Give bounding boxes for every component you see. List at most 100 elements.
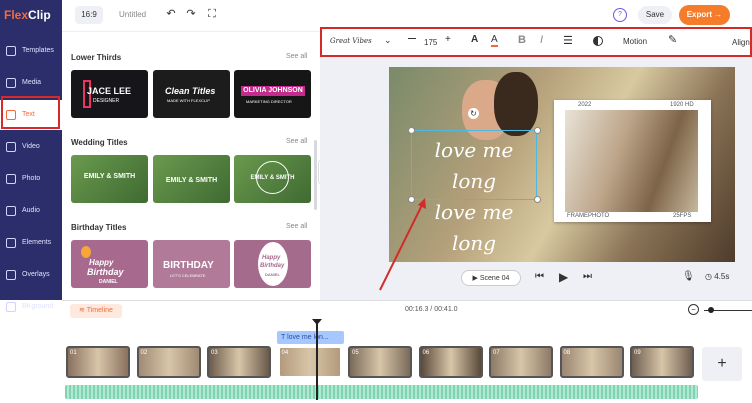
scene-selector[interactable]: ▶ Scene 04 xyxy=(461,270,521,286)
template-subtext: DANIEL xyxy=(265,272,280,277)
birthday-template[interactable]: BIRTHDAY LET'S CELEBRATE xyxy=(153,240,230,288)
text-toolbar: Great Vibes ⌄ 175 + A A B I ☰ Motion ✎ A… xyxy=(320,27,752,57)
microphone-icon[interactable]: 🎙 xyxy=(682,271,695,282)
photo-icon xyxy=(6,174,16,184)
template-text: BIRTHDAY xyxy=(163,260,214,271)
timecode: 00:16.3 / 00:41.0 xyxy=(405,306,458,313)
clip-number: 04 xyxy=(281,350,289,356)
playhead[interactable] xyxy=(316,322,318,400)
timeline-clip[interactable]: 07 xyxy=(489,346,553,378)
template-subtext: MADE WITH FLEXCLIP xyxy=(167,98,210,103)
spacing-icon[interactable]: ☰ xyxy=(563,34,573,47)
undo-icon[interactable]: ↶ xyxy=(166,9,176,20)
aspect-ratio-button[interactable]: 16:9 xyxy=(75,6,103,24)
nav-item-audio[interactable]: Audio xyxy=(0,196,62,226)
decrease-size-icon[interactable] xyxy=(408,38,416,39)
font-size-input[interactable]: 175 xyxy=(424,38,437,47)
timeline-clip[interactable]: 04 xyxy=(277,346,342,378)
nav-label: Elements xyxy=(22,239,52,246)
clip-number: 06 xyxy=(422,350,430,356)
export-button[interactable]: Export → xyxy=(679,5,730,25)
birthday-template[interactable]: Happy Birthday DANIEL xyxy=(71,240,148,288)
lower-third-template[interactable]: JACE LEE DESIGNER xyxy=(71,70,148,118)
flexclip-logo[interactable]: FlexClip xyxy=(4,8,60,24)
folder-icon xyxy=(6,78,16,88)
motion-button[interactable]: Motion xyxy=(623,37,647,46)
text-clip[interactable]: T love me lon... xyxy=(277,331,344,344)
template-text: Happy xyxy=(89,258,114,267)
resize-handle[interactable] xyxy=(534,196,541,203)
timeline-clip[interactable]: 09 xyxy=(630,346,694,378)
play-icon[interactable]: ▶ xyxy=(559,270,568,284)
timeline-clip[interactable]: 08 xyxy=(559,346,624,378)
section-title-wedding: Wedding Titles xyxy=(71,138,128,147)
add-scene-button[interactable]: + xyxy=(702,347,742,381)
birthday-template[interactable]: Happy Birthday DANIEL xyxy=(234,240,311,288)
annotation-arrow xyxy=(379,198,426,291)
background-icon xyxy=(6,302,16,312)
inset-year: 2022 xyxy=(578,102,592,108)
save-button[interactable]: Save xyxy=(638,6,672,24)
next-icon[interactable]: ⏭ xyxy=(583,271,592,282)
clip-number: 01 xyxy=(70,350,77,356)
redo-icon[interactable]: ↷ xyxy=(186,9,196,20)
see-all-link[interactable]: See all xyxy=(286,53,307,60)
nav-item-video[interactable]: Video xyxy=(0,132,62,162)
text-line-1: love me long xyxy=(434,138,514,193)
align-button[interactable]: Align xyxy=(732,38,750,47)
previous-icon[interactable]: ⏮ xyxy=(535,271,544,282)
font-family-select[interactable]: Great Vibes xyxy=(330,37,372,45)
nav-item-bkground[interactable]: BKground xyxy=(0,292,62,322)
opacity-icon[interactable] xyxy=(593,36,603,46)
fullscreen-icon[interactable]: ⛶ xyxy=(207,9,217,20)
duration-icon[interactable]: ◷ 4.5s xyxy=(705,272,729,281)
wedding-template[interactable]: EMILY & SMITH xyxy=(234,155,311,203)
template-text: EMILY & SMITH xyxy=(165,177,218,184)
highlight-color-icon[interactable]: A xyxy=(491,34,498,47)
nav-item-media[interactable]: Media xyxy=(0,68,62,98)
resize-handle[interactable] xyxy=(534,127,541,134)
lower-third-template[interactable]: Clean Titles MADE WITH FLEXCLIP xyxy=(153,70,230,118)
music-icon xyxy=(6,206,16,216)
project-title[interactable]: Untitled xyxy=(119,10,146,19)
audio-track[interactable] xyxy=(65,385,698,399)
timeline-clip[interactable]: 05 xyxy=(348,346,412,378)
italic-icon[interactable]: I xyxy=(540,34,543,46)
template-text: Clean Titles xyxy=(165,86,216,96)
video-icon xyxy=(6,142,16,152)
timeline-clip[interactable]: 03 xyxy=(207,346,271,378)
text-color-icon[interactable]: A xyxy=(471,34,478,45)
timeline-clip[interactable]: 01 xyxy=(66,346,130,378)
clip-number: 03 xyxy=(211,350,218,356)
nav-item-overlays[interactable]: Overlays xyxy=(0,260,62,290)
edit-pen-icon[interactable]: ✎ xyxy=(668,33,677,46)
resize-handle[interactable] xyxy=(408,127,415,134)
wedding-template[interactable]: EMILY & SMITH xyxy=(153,155,230,203)
selected-text-box[interactable]: love me long love me long xyxy=(411,130,537,255)
groom-figure xyxy=(494,72,538,136)
text-tab-highlight xyxy=(1,96,60,129)
increase-size-icon[interactable]: + xyxy=(445,34,451,45)
chevron-down-icon[interactable]: ⌄ xyxy=(384,35,392,46)
zoom-slider-thumb[interactable] xyxy=(708,307,714,313)
template-text: Birthday xyxy=(260,263,285,269)
lower-third-template[interactable]: OLIVIA JOHNSON MARKETING DIRECTOR xyxy=(234,70,311,118)
template-subtext: DANIEL xyxy=(99,279,118,285)
templates-icon xyxy=(6,46,16,56)
export-label: Export xyxy=(686,10,713,19)
clip-number: 09 xyxy=(634,350,641,356)
help-icon[interactable]: ? xyxy=(613,8,627,22)
nav-label: Video xyxy=(22,143,40,150)
nav-item-elements[interactable]: Elements xyxy=(0,228,62,258)
library-scrollbar[interactable] xyxy=(314,140,317,210)
rotate-icon[interactable]: ↻ xyxy=(468,108,479,119)
wedding-template[interactable]: EMILY & SMITH xyxy=(71,155,148,203)
bold-icon[interactable]: B xyxy=(518,34,526,46)
see-all-link[interactable]: See all xyxy=(286,138,307,145)
see-all-link[interactable]: See all xyxy=(286,223,307,230)
timeline-clip[interactable]: 06 xyxy=(418,346,483,378)
nav-item-photo[interactable]: Photo xyxy=(0,164,62,194)
zoom-out-icon[interactable]: − xyxy=(688,304,699,315)
timeline-clip[interactable]: 02 xyxy=(136,346,201,378)
nav-item-templates[interactable]: Templates xyxy=(0,36,62,66)
